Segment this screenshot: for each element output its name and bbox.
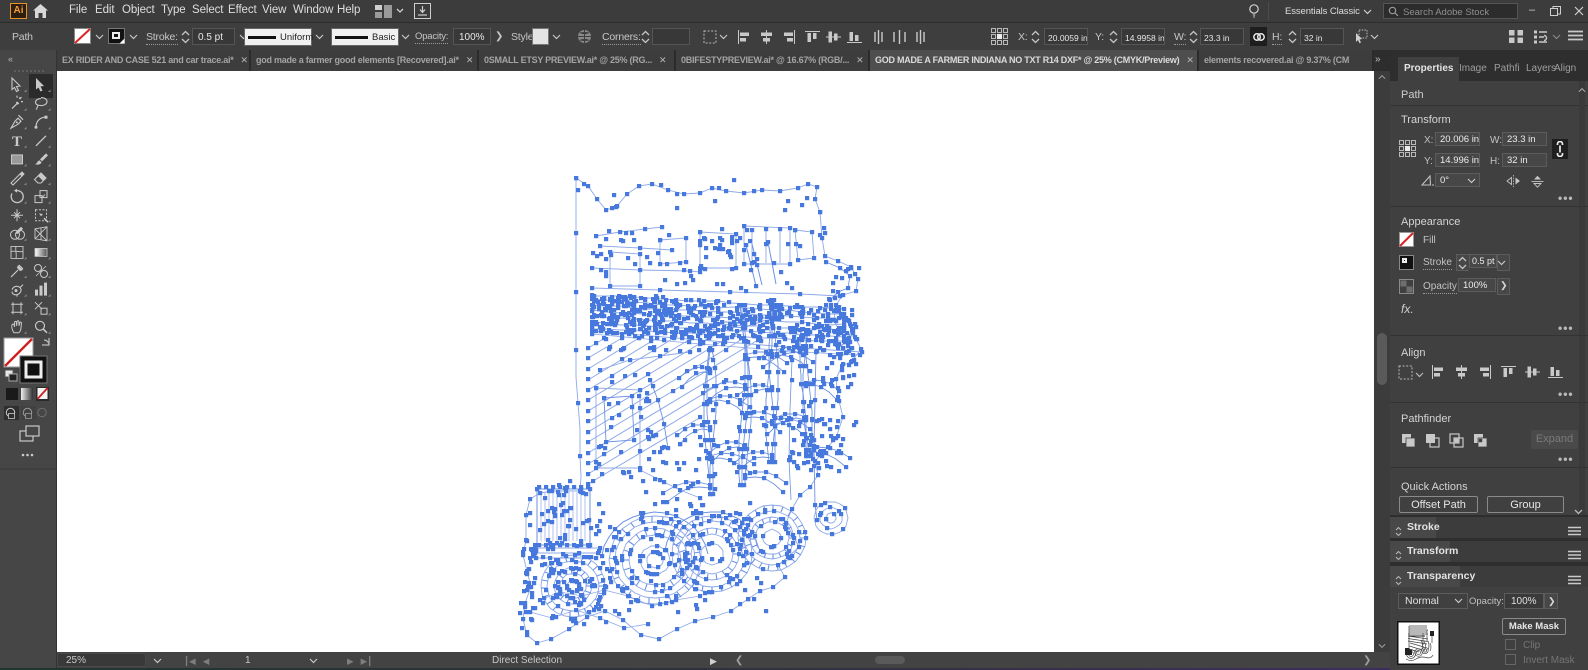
svg-text:T: T [12, 134, 22, 150]
svg-text:«: « [8, 54, 13, 64]
